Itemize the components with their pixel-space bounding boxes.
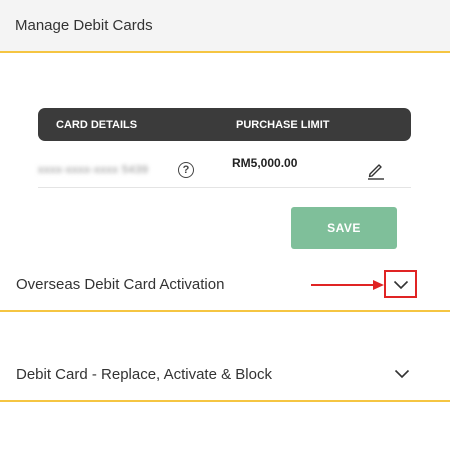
help-circle-icon[interactable]: ? — [178, 162, 194, 178]
column-header-purchase-limit: PURCHASE LIMIT — [236, 119, 330, 131]
red-arrow-annotation — [311, 280, 384, 290]
page-title: Manage Debit Cards — [15, 17, 153, 34]
masked-card-number: xxxx-xxxx-xxxx 5439 — [38, 164, 149, 176]
page-header: Manage Debit Cards — [0, 0, 450, 53]
pencil-icon[interactable] — [366, 160, 386, 180]
chevron-down-icon[interactable] — [393, 280, 409, 290]
section-label: Debit Card - Replace, Activate & Block — [16, 366, 272, 383]
save-button[interactable]: SAVE — [291, 207, 397, 249]
chevron-down-icon[interactable] — [394, 369, 410, 379]
card-table-header: CARD DETAILS PURCHASE LIMIT — [38, 108, 411, 141]
purchase-limit-value: RM5,000.00 — [232, 156, 298, 170]
column-header-card-details: CARD DETAILS — [56, 119, 138, 131]
section-debit-card-replace-activate-block[interactable]: Debit Card - Replace, Activate & Block — [0, 348, 450, 402]
section-label: Overseas Debit Card Activation — [16, 276, 225, 293]
table-row: xxxx-xxxx-xxxx 5439 ? RM5,000.00 — [38, 143, 411, 188]
manage-debit-cards-page: Manage Debit Cards CARD DETAILS PURCHASE… — [0, 0, 450, 455]
